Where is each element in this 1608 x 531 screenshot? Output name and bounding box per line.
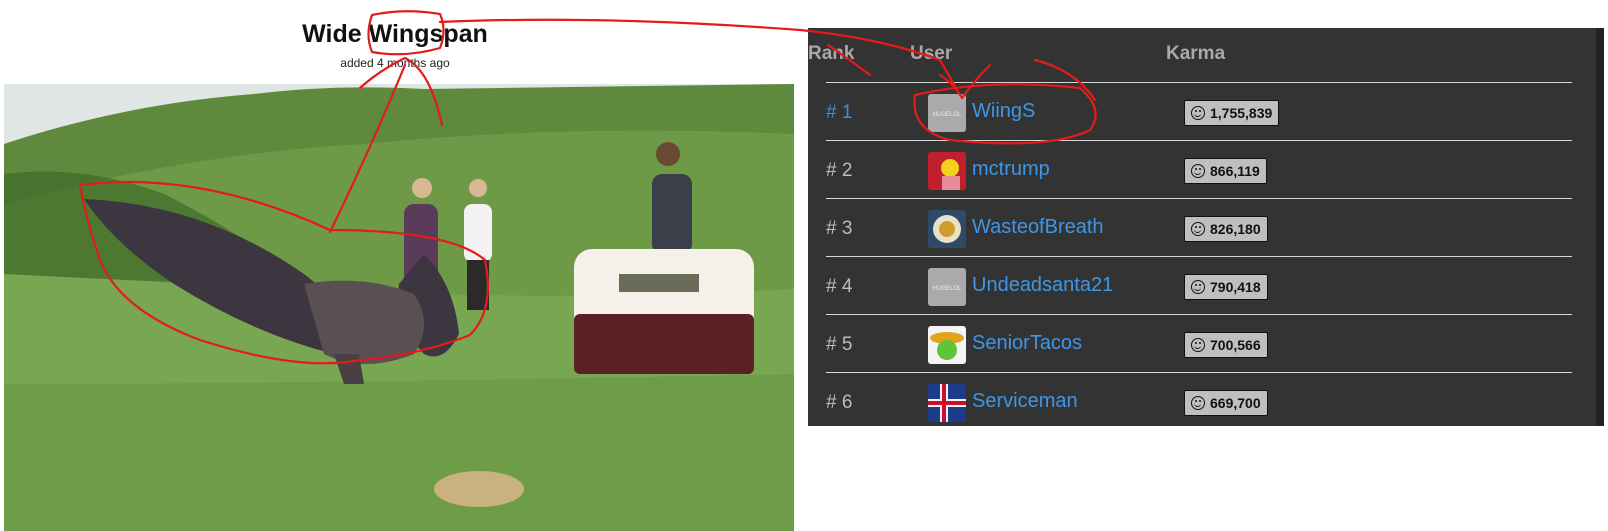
username-link[interactable]: WiingS — [972, 100, 1035, 123]
karma-badge: 669,700 — [1184, 390, 1268, 416]
post-image[interactable] — [4, 84, 794, 531]
karma-value: 826,180 — [1210, 221, 1261, 237]
avatar-logo-text: HUGELOL — [933, 286, 962, 292]
hugelol-avatar[interactable]: HUGELOL — [928, 94, 966, 132]
hugelol-avatar[interactable]: HUGELOL — [928, 268, 966, 306]
rank-label: # 3 — [826, 218, 853, 239]
smiley-icon — [1191, 164, 1205, 178]
karma-badge: 790,418 — [1184, 274, 1268, 300]
smiley-icon — [1191, 338, 1205, 352]
flag-avatar[interactable] — [928, 384, 966, 422]
karma-badge: 700,566 — [1184, 332, 1268, 358]
header-user: User — [910, 43, 953, 64]
leaderboard-row: # 3 WasteofBreath 826,180 — [826, 198, 1572, 257]
smiley-icon — [1191, 222, 1205, 236]
rank-label: # 6 — [826, 392, 853, 413]
username-link[interactable]: SeniorTacos — [972, 332, 1082, 355]
karma-value: 669,700 — [1210, 395, 1261, 411]
rank-label[interactable]: # 1 — [826, 102, 852, 124]
leaderboard-row: # 6 Serviceman 669,700 — [826, 372, 1572, 426]
post-title[interactable]: Wide Wingspan — [290, 20, 500, 49]
post-timestamp: added 4 months ago — [340, 56, 450, 70]
header-rank: Rank — [808, 43, 855, 64]
karma-badge: 826,180 — [1184, 216, 1268, 242]
username-link[interactable]: WasteofBreath — [972, 216, 1104, 239]
leaderboard-row: # 5 SeniorTacos 700,566 — [826, 314, 1572, 373]
leaderboard: Rank User Karma # 1 HUGELOL WiingS 1,755… — [808, 28, 1603, 426]
karma-value: 790,418 — [1210, 279, 1261, 295]
rank-label: # 2 — [826, 160, 853, 181]
avatar-logo-text: HUGELOL — [933, 112, 962, 118]
karma-value: 700,566 — [1210, 337, 1261, 353]
smiley-icon — [1191, 396, 1205, 410]
header-karma: Karma — [1166, 43, 1226, 64]
board-scrollbar-edge — [1596, 28, 1604, 426]
karma-badge: 866,119 — [1184, 158, 1267, 184]
karma-value: 1,755,839 — [1210, 105, 1273, 121]
karma-value: 866,119 — [1210, 163, 1260, 179]
rank-label: # 5 — [826, 334, 853, 355]
username-link[interactable]: Serviceman — [972, 390, 1078, 413]
rank-label: # 4 — [826, 276, 853, 297]
username-link[interactable]: Undeadsanta21 — [972, 274, 1113, 297]
cartoon-avatar[interactable] — [928, 152, 966, 190]
leaderboard-row: # 4 HUGELOL Undeadsanta21 790,418 — [826, 256, 1572, 315]
smiley-icon — [1191, 280, 1205, 294]
username-link[interactable]: mctrump — [972, 158, 1050, 181]
leaderboard-row: # 2 mctrump 866,119 — [826, 140, 1572, 199]
badge-avatar[interactable] — [928, 210, 966, 248]
smiley-icon — [1191, 106, 1205, 120]
karma-badge: 1,755,839 — [1184, 100, 1280, 126]
sombrero-avatar[interactable] — [928, 326, 966, 364]
leaderboard-row: # 1 HUGELOL WiingS 1,755,839 — [826, 82, 1572, 141]
